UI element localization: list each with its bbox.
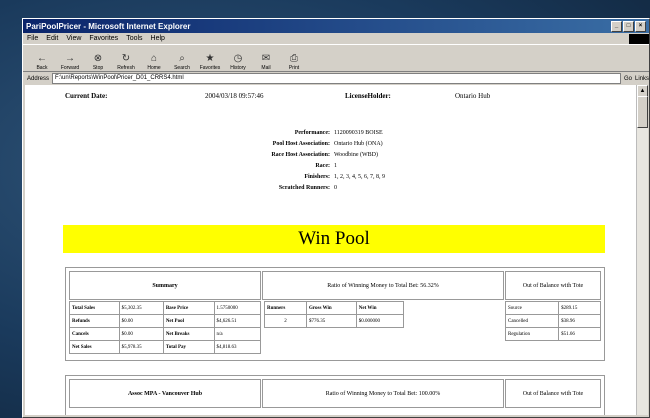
search-button[interactable]: ⌕ Search bbox=[169, 52, 195, 72]
address-label: Address bbox=[27, 75, 50, 82]
current-date-value: 2004/03/18 09:57:46 bbox=[205, 92, 264, 100]
menu-tools[interactable]: Tools bbox=[126, 35, 142, 42]
table-row: Source $289.15 bbox=[504, 301, 601, 315]
race-value: 1 bbox=[334, 162, 337, 169]
history-button[interactable]: ◷ History bbox=[225, 52, 251, 72]
license-holder-label: LicenseHolder: bbox=[345, 92, 391, 100]
table-row: Runners Gross Win Net Win bbox=[264, 301, 405, 315]
current-date-label: Current Date: bbox=[65, 92, 108, 100]
page-content: Current Date: 2004/03/18 09:57:46 Licens… bbox=[25, 85, 637, 415]
close-button[interactable]: × bbox=[635, 20, 646, 32]
favorites-icon: ★ bbox=[205, 52, 215, 64]
win-pool-banner: Win Pool bbox=[63, 225, 605, 253]
history-icon: ◷ bbox=[233, 52, 243, 64]
vertical-scrollbar[interactable]: ▲ bbox=[636, 85, 648, 415]
menu-file[interactable]: File bbox=[27, 35, 38, 42]
performance-label: Performance: bbox=[294, 129, 330, 136]
performance-value: 1120090319 BOISE bbox=[334, 129, 383, 136]
scroll-thumb[interactable] bbox=[637, 96, 648, 128]
forward-arrow-icon: → bbox=[65, 52, 75, 64]
links-label[interactable]: Links bbox=[635, 76, 649, 82]
table-row: 2 $776.35 $0.000000 bbox=[264, 314, 405, 328]
print-button[interactable]: ⎙ Print bbox=[281, 52, 307, 72]
oob-table: Source $289.15 Cancelled $38.96 Regulation… bbox=[504, 301, 601, 341]
pool-host-label: Pool Host Association: bbox=[272, 140, 330, 147]
title-bar: PariPoolPricer - Microsoft Internet Expl… bbox=[23, 19, 649, 33]
association-panel: Assoc MPA - Vancouver Hub Ratio of Winni… bbox=[65, 375, 605, 415]
table-row: Regulation $51.66 bbox=[504, 327, 601, 341]
maximize-button[interactable]: □ bbox=[623, 20, 634, 32]
association-oob-title: Out of Balance with Tote bbox=[505, 379, 601, 408]
menu-bar: File Edit View Favorites Tools Help bbox=[23, 33, 649, 44]
pool-host-value: Ontario Hub (ONA) bbox=[334, 140, 383, 147]
menu-edit[interactable]: Edit bbox=[46, 35, 58, 42]
mail-button[interactable]: ✉ Mail bbox=[253, 52, 279, 72]
menu-favorites[interactable]: Favorites bbox=[89, 35, 118, 42]
scratched-value: 0 bbox=[334, 184, 337, 191]
go-button[interactable]: Go bbox=[624, 76, 632, 82]
windows-logo bbox=[629, 33, 649, 44]
refresh-button[interactable]: ↻ Refresh bbox=[113, 52, 139, 72]
address-bar: Address F:\un\Reports\WinPool\Pricer_D01… bbox=[23, 72, 649, 85]
race-host-label: Race Host Association: bbox=[271, 151, 330, 158]
back-button[interactable]: ← Back bbox=[29, 52, 55, 72]
browser-window: PariPoolPricer - Microsoft Internet Expl… bbox=[22, 18, 650, 418]
finishers-label: Finishers: bbox=[304, 173, 330, 180]
race-info: Performance: 1120090319 BOISE Pool Host A… bbox=[25, 127, 637, 193]
mail-icon: ✉ bbox=[261, 52, 271, 64]
forward-button[interactable]: → Forward bbox=[57, 52, 83, 72]
print-icon: ⎙ bbox=[290, 52, 298, 64]
home-button[interactable]: ⌂ Home bbox=[141, 52, 167, 72]
race-host-value: Woodbine (WBD) bbox=[334, 151, 379, 158]
association-title: Assoc MPA - Vancouver Hub bbox=[69, 379, 261, 408]
favorites-button[interactable]: ★ Favorites bbox=[197, 52, 223, 72]
summary-title: Summary bbox=[69, 271, 261, 300]
association-ratio-text: Ratio of Winning Money to Total Bet: 100… bbox=[262, 379, 504, 408]
menu-help[interactable]: Help bbox=[151, 35, 165, 42]
license-holder-value: Ontario Hub bbox=[455, 92, 491, 100]
oob-title: Out of Balance with Tote bbox=[505, 271, 601, 300]
finishers-value: 1, 2, 3, 4, 5, 6, 7, 8, 9 bbox=[334, 173, 385, 180]
search-icon: ⌕ bbox=[179, 52, 185, 64]
toolbar: ← Back → Forward ⊗ Stop ↻ Refresh ⌂ Home ⌕ Sea… bbox=[23, 44, 649, 72]
scratched-label: Scratched Runners: bbox=[278, 184, 330, 191]
stop-button[interactable]: ⊗ Stop bbox=[85, 52, 111, 72]
stop-icon: ⊗ bbox=[93, 52, 103, 64]
table-row: Net Sales $5,978.35 Total Pay $4,818.63 bbox=[69, 340, 262, 354]
refresh-icon: ↻ bbox=[121, 52, 131, 64]
table-row: Cancelled $38.96 bbox=[504, 314, 601, 328]
report-header: Current Date: 2004/03/18 09:57:46 Licens… bbox=[65, 92, 617, 100]
window-title: PariPoolPricer - Microsoft Internet Expl… bbox=[26, 21, 191, 31]
menu-view[interactable]: View bbox=[66, 35, 81, 42]
ratio-text: Ratio of Winning Money to Total Bet: 56.… bbox=[262, 271, 504, 300]
summary-panel: Summary Ratio of Winning Money to Total … bbox=[65, 267, 605, 361]
race-label: Race: bbox=[315, 162, 330, 169]
table-row: Total Sales $5,302.35 Base Price 1.5750000 bbox=[69, 301, 262, 315]
summary-table: Total Sales $5,302.35 Base Price 1.5750000… bbox=[69, 301, 262, 354]
home-icon: ⌂ bbox=[150, 52, 158, 64]
address-input[interactable]: F:\un\Reports\WinPool\Pricer_D01_CRRS4.h… bbox=[52, 73, 621, 84]
table-row: Cancels $0.00 Net Breaks n/a bbox=[69, 327, 262, 341]
winners-table: Runners Gross Win Net Win 2 $776.35 $0.0… bbox=[264, 301, 405, 328]
table-row: Refunds $0.00 Net Pool $4,626.51 bbox=[69, 314, 262, 328]
back-arrow-icon: ← bbox=[37, 52, 47, 64]
minimize-button[interactable]: _ bbox=[611, 20, 622, 32]
